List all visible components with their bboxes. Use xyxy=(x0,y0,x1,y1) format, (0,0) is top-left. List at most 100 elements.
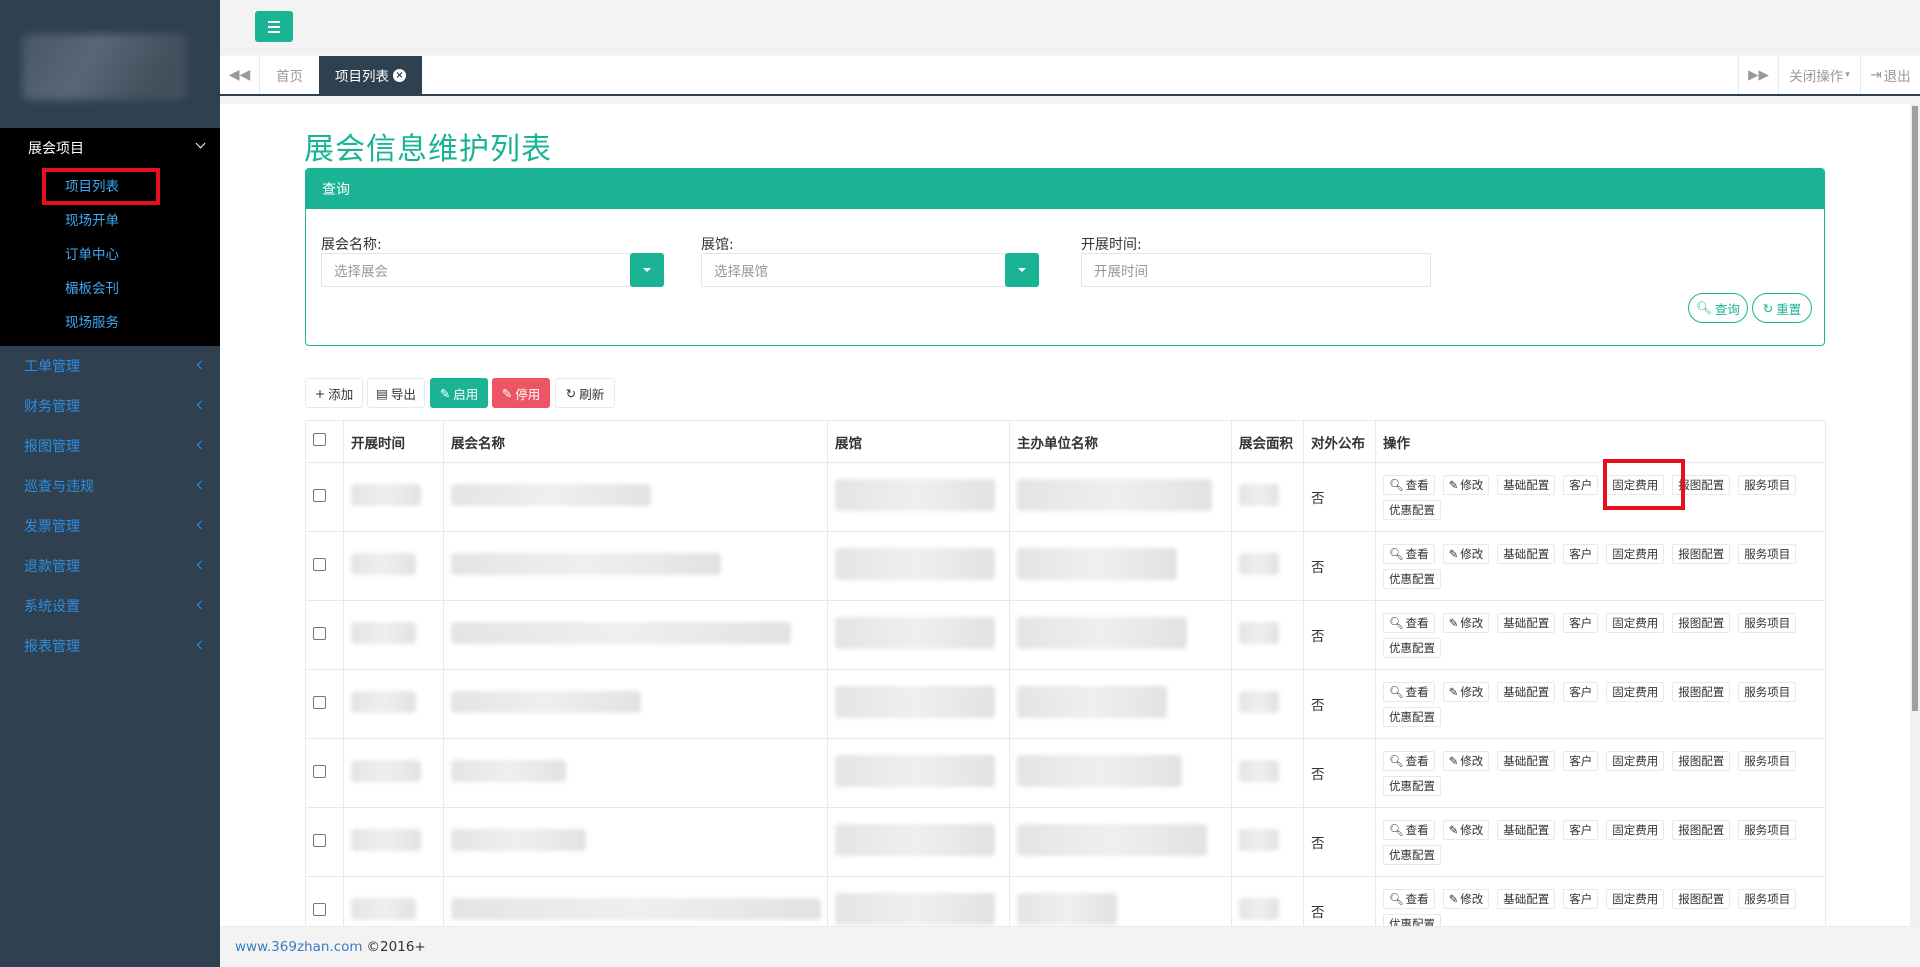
sidebar-item-finance[interactable]: 财务管理 xyxy=(0,386,220,426)
drawing-config-button[interactable]: 报图配置 xyxy=(1672,681,1731,702)
reset-button[interactable]: ↻ 重置 xyxy=(1752,293,1812,323)
sidebar-item-settings[interactable]: 系统设置 xyxy=(0,586,220,626)
sidebar-item-patrol[interactable]: 巡查与违规 xyxy=(0,466,220,506)
edit-button[interactable]: ✎ 修改 xyxy=(1442,474,1490,495)
base-config-button[interactable]: 基础配置 xyxy=(1497,681,1556,702)
edit-button[interactable]: ✎ 修改 xyxy=(1442,888,1490,909)
base-config-button[interactable]: 基础配置 xyxy=(1497,612,1556,633)
fixed-fee-button[interactable]: 固定费用 xyxy=(1606,681,1665,702)
fixed-fee-button[interactable]: 固定费用 xyxy=(1606,819,1665,840)
customer-button[interactable]: 客户 xyxy=(1563,612,1599,633)
exhibition-select[interactable]: 选择展会 xyxy=(321,253,631,287)
drawing-config-button[interactable]: 报图配置 xyxy=(1672,612,1731,633)
service-items-button[interactable]: 服务项目 xyxy=(1738,888,1797,909)
base-config-button[interactable]: 基础配置 xyxy=(1497,819,1556,840)
view-button[interactable]: 🔍︎ 查看 xyxy=(1383,474,1435,495)
menu-toggle-button[interactable] xyxy=(255,11,293,42)
view-button[interactable]: 🔍︎ 查看 xyxy=(1383,750,1435,771)
edit-button[interactable]: ✎ 修改 xyxy=(1442,543,1490,564)
close-icon[interactable]: × xyxy=(393,68,406,82)
row-checkbox[interactable] xyxy=(313,557,326,571)
customer-button[interactable]: 客户 xyxy=(1563,543,1599,564)
drawing-config-button[interactable]: 报图配置 xyxy=(1672,543,1731,564)
service-items-button[interactable]: 服务项目 xyxy=(1738,750,1797,771)
service-items-button[interactable]: 服务项目 xyxy=(1738,819,1797,840)
sidebar-item-fascia-catalog[interactable]: 楣板会刊 xyxy=(0,270,220,304)
select-all-checkbox[interactable] xyxy=(313,433,326,446)
drawing-config-button[interactable]: 报图配置 xyxy=(1672,888,1731,909)
discount-config-button[interactable]: 优惠配置 xyxy=(1383,499,1441,520)
row-checkbox[interactable] xyxy=(313,488,326,502)
view-button[interactable]: 🔍︎ 查看 xyxy=(1383,543,1435,564)
service-items-button[interactable]: 服务项目 xyxy=(1738,543,1797,564)
table-row[interactable]: 否 🔍︎ 查看 ✎ 修改 基础配置 客户 固定费用 报图配置 服务项目 优惠配置 xyxy=(305,600,1826,670)
customer-button[interactable]: 客户 xyxy=(1563,750,1599,771)
row-checkbox[interactable] xyxy=(313,626,326,640)
customer-button[interactable]: 客户 xyxy=(1563,819,1599,840)
edit-button[interactable]: ✎ 修改 xyxy=(1442,750,1490,771)
base-config-button[interactable]: 基础配置 xyxy=(1497,750,1556,771)
col-header-area[interactable]: 展会面积 xyxy=(1231,420,1304,463)
row-checkbox[interactable] xyxy=(313,764,326,778)
discount-config-button[interactable]: 优惠配置 xyxy=(1383,706,1441,727)
enable-button[interactable]: ✎ 启用 xyxy=(430,378,488,408)
page-scrollbar[interactable] xyxy=(1910,104,1920,926)
scrollbar-thumb[interactable] xyxy=(1912,106,1918,711)
row-checkbox[interactable] xyxy=(313,902,326,916)
row-checkbox[interactable] xyxy=(313,833,326,847)
sidebar-item-invoice[interactable]: 发票管理 xyxy=(0,506,220,546)
row-checkbox[interactable] xyxy=(313,695,326,709)
tabs-scroll-left-icon[interactable]: ◀◀ xyxy=(220,56,260,94)
col-header-public[interactable]: 对外公布 xyxy=(1303,420,1376,463)
table-row[interactable]: 否 🔍︎ 查看 ✎ 修改 基础配置 客户 固定费用 报图配置 服务项目 优惠配置 xyxy=(305,807,1826,877)
discount-config-button[interactable]: 优惠配置 xyxy=(1383,844,1441,865)
edit-button[interactable]: ✎ 修改 xyxy=(1442,612,1490,633)
view-button[interactable]: 🔍︎ 查看 xyxy=(1383,819,1435,840)
discount-config-button[interactable]: 优惠配置 xyxy=(1383,775,1441,796)
sidebar-item-onsite-order[interactable]: 现场开单 xyxy=(0,202,220,236)
view-button[interactable]: 🔍︎ 查看 xyxy=(1383,612,1435,633)
base-config-button[interactable]: 基础配置 xyxy=(1497,474,1556,495)
refresh-button[interactable]: ↻ 刷新 xyxy=(555,378,615,408)
sidebar-item-order-center[interactable]: 订单中心 xyxy=(0,236,220,270)
col-header-exhibition-name[interactable]: 展会名称 xyxy=(443,420,828,463)
sidebar-item-refund[interactable]: 退款管理 xyxy=(0,546,220,586)
service-items-button[interactable]: 服务项目 xyxy=(1738,474,1797,495)
nav-group-exhibition-title[interactable]: 展会项目 xyxy=(0,128,220,168)
drawing-config-button[interactable]: 报图配置 xyxy=(1672,750,1731,771)
disable-button[interactable]: ✎ 停用 xyxy=(492,378,550,408)
start-time-input[interactable]: 开展时间 xyxy=(1081,253,1431,287)
drawing-config-button[interactable]: 报图配置 xyxy=(1672,819,1731,840)
service-items-button[interactable]: 服务项目 xyxy=(1738,681,1797,702)
table-row[interactable]: 否 🔍︎ 查看 ✎ 修改 基础配置 客户 固定费用 报图配置 服务项目 优惠配置 xyxy=(305,669,1826,739)
add-button[interactable]: + 添加 xyxy=(305,378,363,408)
discount-config-button[interactable]: 优惠配置 xyxy=(1383,637,1441,658)
base-config-button[interactable]: 基础配置 xyxy=(1497,543,1556,564)
col-header-start-time[interactable]: 开展时间 xyxy=(343,420,444,463)
col-header-venue[interactable]: 展馆 xyxy=(827,420,1010,463)
view-button[interactable]: 🔍︎ 查看 xyxy=(1383,888,1435,909)
col-header-organizer[interactable]: 主办单位名称 xyxy=(1009,420,1232,463)
close-ops-dropdown[interactable]: 关闭操作 ▾ xyxy=(1778,56,1860,94)
fixed-fee-button[interactable]: 固定费用 xyxy=(1606,888,1665,909)
search-button[interactable]: 🔍︎ 查询 xyxy=(1688,293,1748,323)
sidebar-item-reports[interactable]: 报表管理 xyxy=(0,626,220,666)
discount-config-button[interactable]: 优惠配置 xyxy=(1383,568,1441,589)
service-items-button[interactable]: 服务项目 xyxy=(1738,612,1797,633)
sidebar-item-drawing[interactable]: 报图管理 xyxy=(0,426,220,466)
edit-button[interactable]: ✎ 修改 xyxy=(1442,681,1490,702)
edit-button[interactable]: ✎ 修改 xyxy=(1442,819,1490,840)
customer-button[interactable]: 客户 xyxy=(1563,681,1599,702)
discount-config-button[interactable]: 优惠配置 xyxy=(1383,913,1441,926)
base-config-button[interactable]: 基础配置 xyxy=(1497,888,1556,909)
tab-home[interactable]: 首页 xyxy=(260,56,319,94)
sidebar-item-workorder[interactable]: 工单管理 xyxy=(0,346,220,386)
table-row[interactable]: 否 🔍︎ 查看 ✎ 修改 基础配置 客户 固定费用 报图配置 服务项目 优惠配置 xyxy=(305,462,1826,532)
table-row[interactable]: 否 🔍︎ 查看 ✎ 修改 基础配置 客户 固定费用 报图配置 服务项目 优惠配置 xyxy=(305,876,1826,926)
logout-button[interactable]: ⇥ 退出 xyxy=(1860,56,1920,94)
table-row[interactable]: 否 🔍︎ 查看 ✎ 修改 基础配置 客户 固定费用 报图配置 服务项目 优惠配置 xyxy=(305,531,1826,601)
table-row[interactable]: 否 🔍︎ 查看 ✎ 修改 基础配置 客户 固定费用 报图配置 服务项目 优惠配置 xyxy=(305,738,1826,808)
fixed-fee-button[interactable]: 固定费用 xyxy=(1606,612,1665,633)
export-button[interactable]: ▤ 导出 xyxy=(367,378,425,408)
venue-dropdown-button[interactable] xyxy=(1005,253,1039,287)
